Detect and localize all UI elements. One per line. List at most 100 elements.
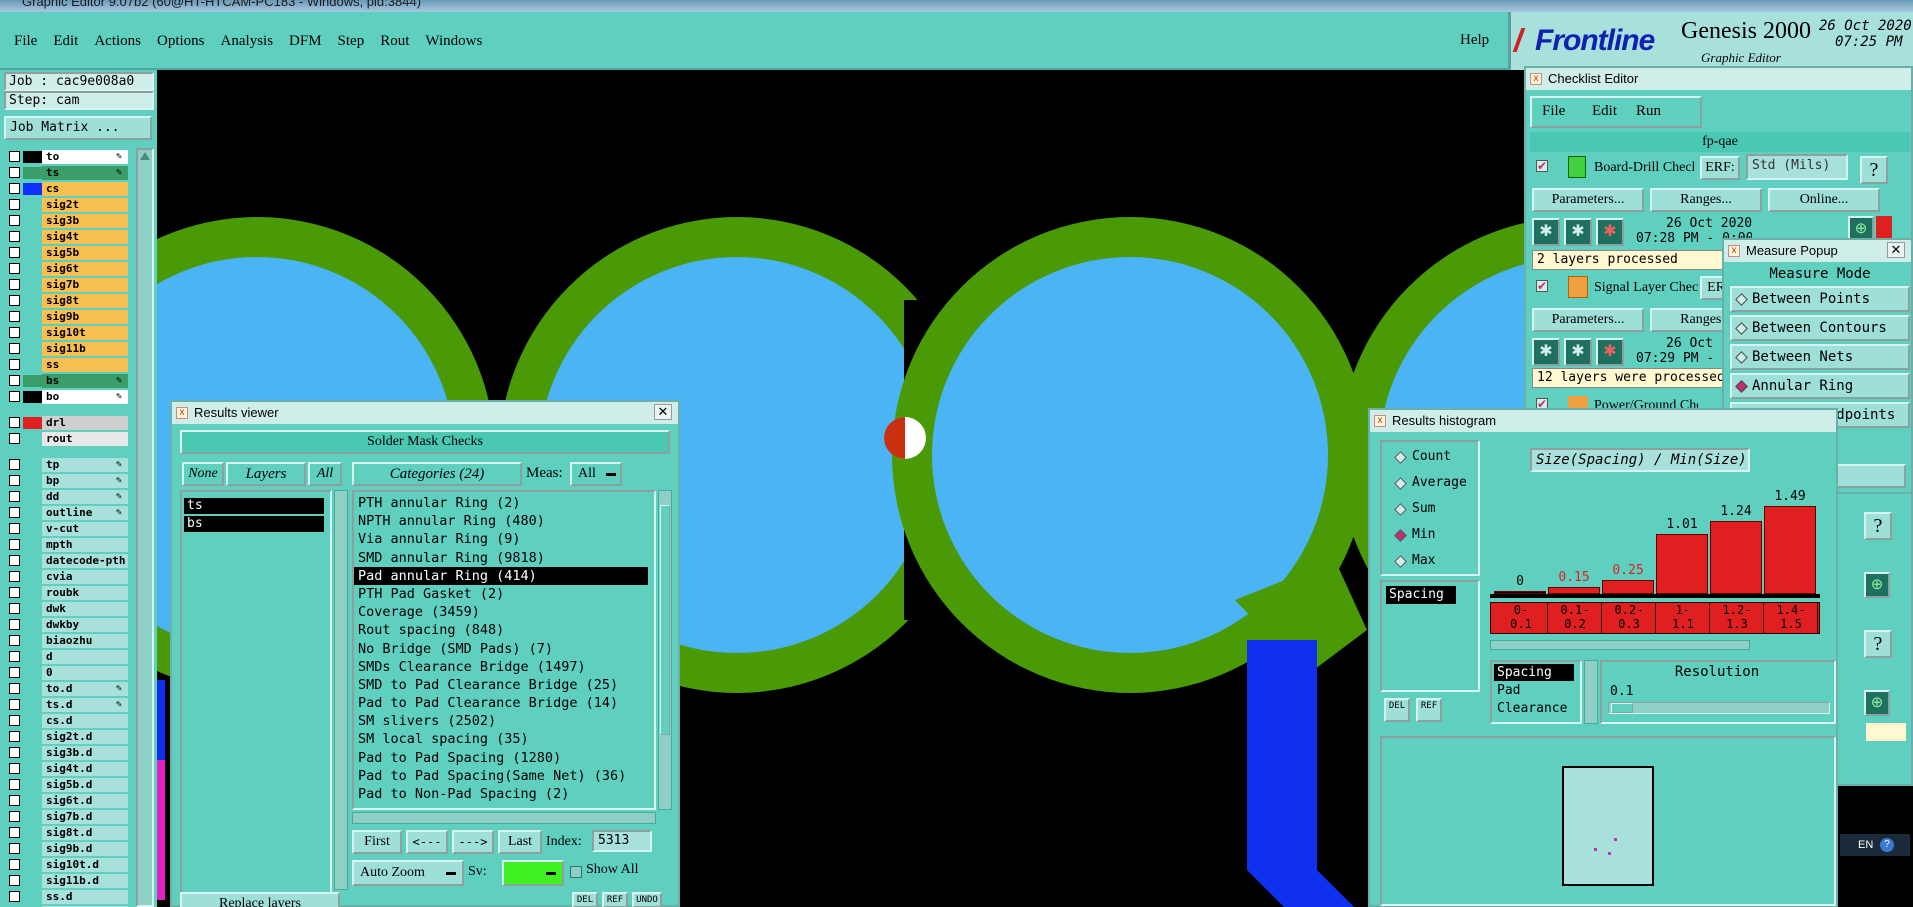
layer-name[interactable]: sig5b <box>42 246 128 260</box>
run-icon[interactable]: ✱ <box>1596 338 1624 366</box>
window-menu-icon[interactable]: x <box>1728 245 1740 257</box>
layer-color-swatch[interactable] <box>23 587 43 599</box>
result-layer-item[interactable]: ts <box>184 498 324 514</box>
category-item[interactable]: Via annular Ring (9) <box>354 530 654 548</box>
layer-name[interactable]: 0 <box>42 666 128 680</box>
layer-checkbox[interactable] <box>9 263 20 274</box>
menu-edit[interactable]: Edit <box>45 30 86 52</box>
menu-options[interactable]: Options <box>149 30 213 52</box>
none-button[interactable]: None <box>182 462 224 486</box>
layer-checkbox[interactable] <box>9 859 20 870</box>
checklist-menu-run[interactable]: Run <box>1636 103 1661 120</box>
check2-parameters-button[interactable]: Parameters... <box>1532 308 1644 332</box>
layer-checkbox[interactable] <box>9 167 20 178</box>
category-item[interactable]: Coverage (3459) <box>354 603 654 621</box>
layer-color-swatch[interactable] <box>23 311 43 323</box>
layer-name[interactable]: sig4t.d <box>42 762 128 776</box>
layer-checkbox[interactable] <box>9 891 20 902</box>
layer-checkbox[interactable] <box>9 747 20 758</box>
measure-option[interactable]: Between Points <box>1730 286 1910 312</box>
type-list-item[interactable]: Clearance <box>1494 700 1570 717</box>
layer-checkbox[interactable] <box>9 555 20 566</box>
layer-color-swatch[interactable] <box>23 827 43 839</box>
layer-name[interactable]: sig6t <box>42 262 128 276</box>
auto-zoom-dropdown[interactable]: Auto Zoom <box>352 860 464 886</box>
next-button[interactable]: ---> <box>452 830 494 854</box>
layer-checkbox[interactable] <box>9 199 20 210</box>
layer-checkbox[interactable] <box>9 731 20 742</box>
layer-name[interactable]: sig8t <box>42 294 128 308</box>
layer-checkbox[interactable] <box>9 417 20 428</box>
undo-button[interactable]: UNDO <box>632 892 662 907</box>
category-hscroll[interactable] <box>352 812 656 824</box>
menu-help[interactable]: Help <box>1460 32 1489 49</box>
menu-windows[interactable]: Windows <box>417 30 490 52</box>
show-all-checkbox[interactable] <box>570 866 582 878</box>
histogram-bar[interactable] <box>1764 506 1816 594</box>
layer-name[interactable]: cvia <box>42 570 128 584</box>
histogram-bar[interactable] <box>1710 521 1762 594</box>
layer-color-swatch[interactable] <box>23 375 43 387</box>
categories-button[interactable]: Categories (24) <box>352 462 522 486</box>
menu-dfm[interactable]: DFM <box>281 30 330 52</box>
check-help-button[interactable]: ? <box>1864 512 1892 540</box>
category-item[interactable]: Pad to Pad Spacing(Same Net) (36) <box>354 767 654 785</box>
layer-checkbox[interactable] <box>9 247 20 258</box>
layer-name[interactable]: mpth <box>42 538 128 552</box>
window-menu-icon[interactable]: x <box>176 407 188 419</box>
measure-type-item[interactable]: Spacing <box>1386 586 1456 604</box>
layer-checkbox[interactable] <box>9 359 20 370</box>
layer-checkbox[interactable] <box>9 231 20 242</box>
layer-name[interactable]: sig2t.d <box>42 730 128 744</box>
layer-checkbox[interactable] <box>9 375 20 386</box>
layer-checkbox[interactable] <box>9 391 20 402</box>
layer-checkbox[interactable] <box>9 183 20 194</box>
type-list[interactable]: Spacing Pad Clearance <box>1490 660 1582 724</box>
layer-color-swatch[interactable] <box>23 779 43 791</box>
language-indicator[interactable]: EN ? <box>1840 834 1910 856</box>
check2-select-checkbox[interactable]: ✔ <box>1536 280 1548 292</box>
type-list-item[interactable]: Spacing <box>1494 664 1574 681</box>
histogram-hscroll[interactable] <box>1490 640 1750 650</box>
check1-erf-button[interactable]: ERF: <box>1700 156 1740 180</box>
layer-color-swatch[interactable] <box>23 475 43 487</box>
layer-checkbox[interactable] <box>9 151 20 162</box>
layer-name[interactable]: sig6t.d <box>42 794 128 808</box>
layer-color-swatch[interactable] <box>23 619 43 631</box>
category-item[interactable]: No Bridge (SMD Pads) (7) <box>354 640 654 658</box>
layer-color-swatch[interactable] <box>23 635 43 647</box>
layer-checkbox[interactable] <box>9 635 20 646</box>
layer-name[interactable]: sig2t <box>42 198 128 212</box>
layer-color-swatch[interactable] <box>23 391 43 403</box>
layer-color-swatch[interactable] <box>23 715 43 727</box>
menu-rout[interactable]: Rout <box>372 30 417 52</box>
layer-name[interactable]: sig4t <box>42 230 128 244</box>
layer-color-swatch[interactable] <box>23 433 43 445</box>
scroll-up-arrow-icon[interactable] <box>140 152 150 160</box>
menu-actions[interactable]: Actions <box>86 30 149 52</box>
layer-color-swatch[interactable] <box>23 843 43 855</box>
layer-name[interactable]: dwkby <box>42 618 128 632</box>
layer-color-swatch[interactable] <box>23 263 43 275</box>
histogram-bar[interactable] <box>1548 587 1600 594</box>
layer-name[interactable]: sig11b <box>42 342 128 356</box>
layer-checkbox[interactable] <box>9 571 20 582</box>
layer-name[interactable]: sig11b.d <box>42 874 128 888</box>
layer-checkbox[interactable] <box>9 311 20 322</box>
results-layer-list[interactable]: ts bs <box>180 490 332 900</box>
layer-color-swatch[interactable] <box>23 523 43 535</box>
layer-color-swatch[interactable] <box>23 747 43 759</box>
layer-color-swatch[interactable] <box>23 215 43 227</box>
histogram-mode-radio[interactable]: Average <box>1390 472 1470 494</box>
layer-color-swatch[interactable] <box>23 491 43 503</box>
layer-checkbox[interactable] <box>9 215 20 226</box>
layer-color-swatch[interactable] <box>23 279 43 291</box>
job-matrix-button[interactable]: Job Matrix ... <box>4 116 152 140</box>
layer-checkbox[interactable] <box>9 667 20 678</box>
result-layer-item[interactable]: bs <box>184 516 324 532</box>
layer-checkbox[interactable] <box>9 683 20 694</box>
check1-select-checkbox[interactable]: ✔ <box>1536 160 1548 172</box>
close-icon[interactable]: ✕ <box>654 404 672 420</box>
histogram-ref-button[interactable]: REF <box>1416 698 1442 722</box>
histogram-bar[interactable] <box>1656 534 1708 594</box>
